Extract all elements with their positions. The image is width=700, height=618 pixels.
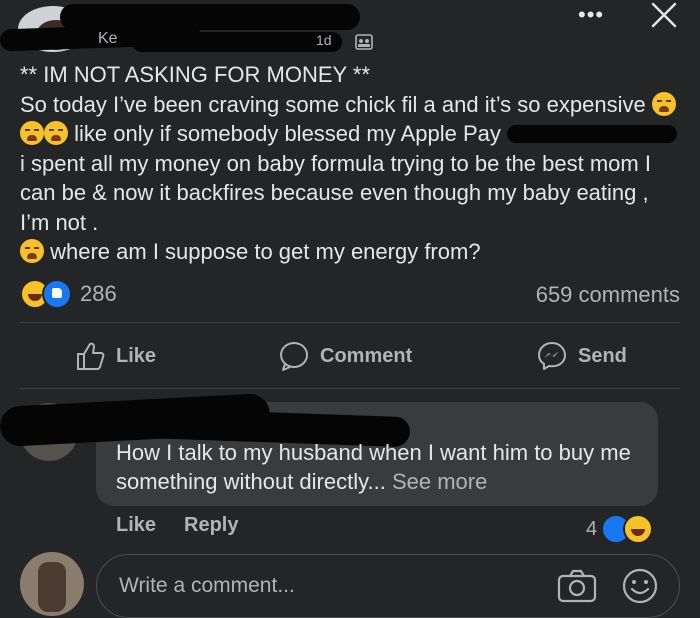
redaction-bar bbox=[507, 125, 678, 143]
close-icon[interactable] bbox=[650, 2, 678, 28]
weary-face-icon bbox=[44, 121, 68, 145]
post-text-part: So today I’ve been craving some chick fi… bbox=[20, 91, 646, 117]
emoji-icon[interactable] bbox=[621, 567, 659, 605]
weary-face-icon bbox=[20, 121, 44, 145]
post-timestamp[interactable]: 1d bbox=[316, 32, 332, 48]
haha-reaction-icon bbox=[623, 514, 654, 544]
comment-input[interactable] bbox=[117, 573, 521, 599]
post-text-part: i spent all my money on baby formula try… bbox=[20, 150, 651, 235]
more-horizontal-icon[interactable]: ••• bbox=[578, 2, 604, 28]
comment-text: How I talk to my husband when I want him… bbox=[116, 438, 646, 496]
reaction-summary[interactable]: 286 bbox=[20, 279, 117, 309]
post-text: ** IM NOT ASKING FOR MONEY ** So today I… bbox=[20, 60, 680, 267]
camera-icon[interactable] bbox=[557, 569, 597, 603]
comment-body: How I talk to my husband when I want him… bbox=[116, 440, 631, 494]
post-text-part: where am I suppose to get my energy from… bbox=[50, 239, 481, 264]
weary-face-icon bbox=[651, 91, 676, 116]
divider bbox=[20, 322, 680, 323]
see-more-link[interactable]: See more bbox=[392, 469, 487, 494]
thumbs-up-icon bbox=[77, 342, 105, 370]
like-label: Like bbox=[116, 344, 157, 367]
comment-reactions[interactable]: 4 bbox=[586, 514, 654, 544]
post-headline: ** IM NOT ASKING FOR MONEY ** bbox=[20, 62, 371, 87]
comment-reply-button[interactable]: Reply bbox=[184, 514, 238, 537]
send-button[interactable]: Send bbox=[536, 340, 627, 372]
like-reaction-icon bbox=[42, 279, 72, 309]
reaction-count: 286 bbox=[80, 281, 117, 306]
comment-label: Comment bbox=[320, 344, 413, 367]
friends-privacy-icon bbox=[355, 34, 373, 50]
sad-face-icon bbox=[20, 239, 44, 263]
redaction-bar bbox=[132, 32, 342, 52]
comment-button[interactable]: Comment bbox=[278, 340, 412, 372]
messenger-icon bbox=[538, 342, 566, 370]
post-text-part: like only if somebody blessed my Apple P… bbox=[74, 121, 501, 146]
comment-like-button[interactable]: Like bbox=[116, 514, 156, 537]
comment-reaction-count: 4 bbox=[586, 517, 598, 540]
comments-count[interactable]: 659 comments bbox=[536, 282, 680, 308]
send-label: Send bbox=[578, 344, 627, 367]
current-user-avatar[interactable] bbox=[20, 552, 84, 616]
author-name[interactable]: Ke bbox=[98, 30, 118, 48]
comment-bubble-icon bbox=[280, 342, 309, 371]
comment-composer[interactable] bbox=[96, 554, 680, 618]
divider bbox=[20, 388, 680, 389]
like-button[interactable]: Like bbox=[74, 340, 156, 372]
